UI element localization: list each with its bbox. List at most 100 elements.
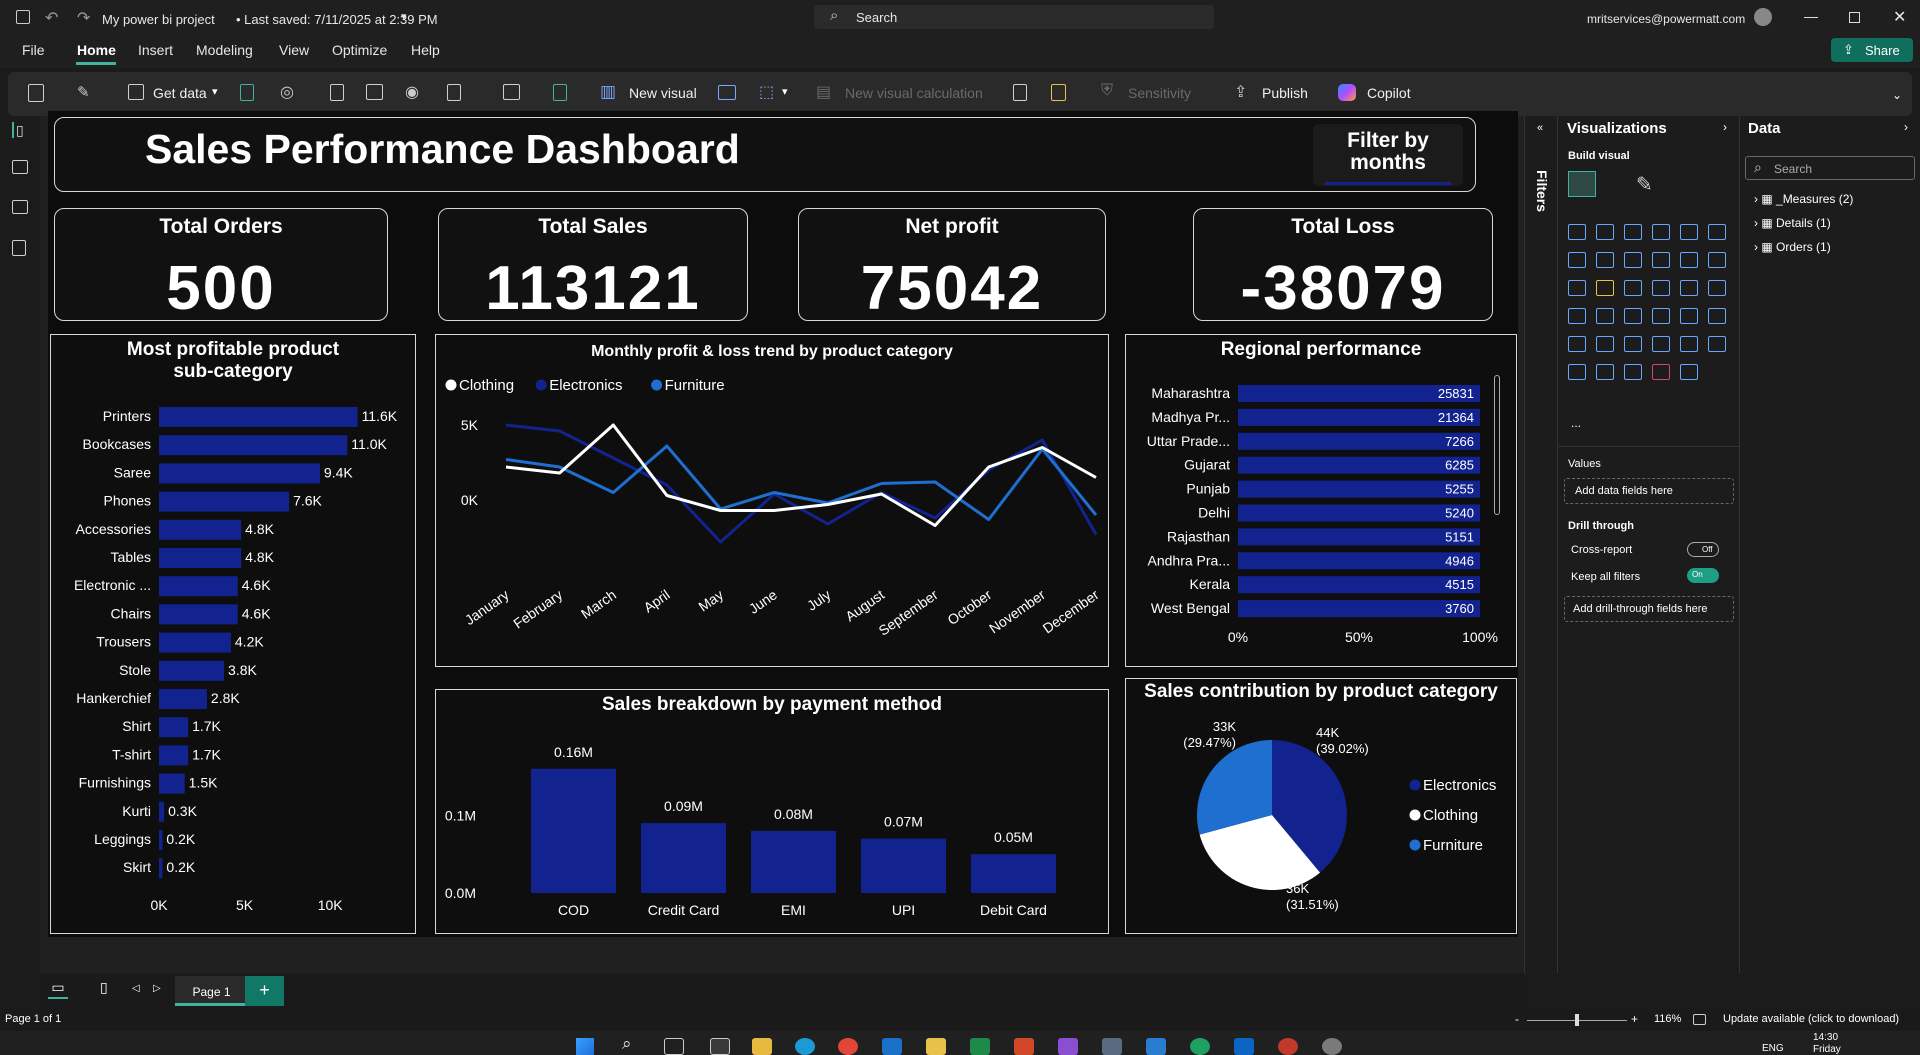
desktop-layout-icon[interactable]: ▭ [48, 979, 68, 999]
visual-type-icon[interactable] [1568, 252, 1586, 268]
avatar[interactable] [1754, 8, 1772, 26]
text-box-icon[interactable] [718, 85, 736, 100]
search-box[interactable]: ⌕ Search [814, 5, 1214, 29]
visual-type-icon[interactable] [1652, 224, 1670, 240]
task-view-icon[interactable] [664, 1038, 684, 1055]
visual-type-icon[interactable] [1596, 364, 1614, 380]
visual-type-icon[interactable] [1624, 364, 1642, 380]
zoom-slider-thumb[interactable] [1575, 1014, 1579, 1026]
dataverse-icon[interactable]: ◉ [405, 82, 419, 102]
keep-filters-toggle[interactable]: On [1687, 568, 1719, 583]
zoom-in-button[interactable]: + [1631, 1012, 1638, 1026]
save-icon[interactable] [16, 10, 30, 24]
outlook-icon[interactable] [882, 1038, 902, 1055]
fit-page-icon[interactable] [1693, 1014, 1706, 1025]
chart-monthly-trend[interactable]: Monthly profit & loss trend by product c… [435, 334, 1109, 667]
widgets-icon[interactable] [710, 1038, 730, 1055]
visual-type-icon[interactable] [1568, 364, 1586, 380]
next-page-icon[interactable]: ▷ [153, 983, 161, 994]
visual-type-icon[interactable] [1680, 364, 1698, 380]
collapse-ribbon-icon[interactable]: ⌄ [1892, 88, 1902, 102]
minimize-icon[interactable]: — [1804, 8, 1818, 24]
chart-sales-contribution[interactable]: Sales contribution by product category 4… [1125, 678, 1517, 934]
visual-type-icon[interactable] [1568, 308, 1586, 324]
close-icon[interactable]: ✕ [1893, 7, 1906, 27]
paste-icon[interactable] [28, 84, 44, 102]
visual-type-icon[interactable] [1624, 336, 1642, 352]
visual-type-icon[interactable] [1680, 336, 1698, 352]
menu-help[interactable]: Help [411, 42, 440, 58]
settings-icon[interactable] [1322, 1038, 1342, 1055]
chevron-right-icon[interactable]: › [1904, 120, 1908, 134]
undo-icon[interactable]: ↶ [45, 8, 58, 28]
language-indicator[interactable]: ENG [1762, 1043, 1784, 1054]
refresh-icon[interactable] [553, 84, 567, 101]
maximize-icon[interactable] [1849, 12, 1860, 23]
visual-type-icon[interactable] [1596, 336, 1614, 352]
visual-studio-icon[interactable] [1058, 1038, 1078, 1055]
data-search-input[interactable]: ⌕ Search [1745, 156, 1915, 180]
visual-type-icon[interactable] [1624, 224, 1642, 240]
menu-insert[interactable]: Insert [138, 42, 173, 58]
page-tab[interactable]: Page 1 [175, 976, 248, 1006]
filters-pane-collapsed[interactable]: « Filters [1524, 116, 1557, 973]
scrollbar[interactable] [1494, 375, 1500, 515]
recorder-icon[interactable] [1190, 1038, 1210, 1055]
chevron-left-icon[interactable]: « [1537, 122, 1543, 134]
powerpoint-icon[interactable] [1014, 1038, 1034, 1055]
linkedin-icon[interactable] [1234, 1038, 1254, 1055]
expand-icon[interactable]: › ▦ [1754, 240, 1776, 254]
vscode-icon[interactable] [1146, 1038, 1166, 1055]
model-view-icon[interactable] [12, 200, 28, 214]
chevron-down-icon[interactable]: ▾ [782, 85, 788, 98]
expand-icon[interactable]: › ▦ [1754, 216, 1776, 230]
visual-type-icon[interactable] [1596, 280, 1614, 296]
clock-time[interactable]: 14:30 [1813, 1032, 1838, 1043]
format-visual-tab-icon[interactable]: ✎ [1636, 172, 1653, 197]
chart-payment-method[interactable]: Sales breakdown by payment method 0.1M 0.… [435, 689, 1109, 934]
visual-type-icon[interactable] [1708, 308, 1726, 324]
visual-type-icon[interactable] [1624, 252, 1642, 268]
visual-type-icon[interactable] [1652, 364, 1670, 380]
visual-type-icon[interactable] [1652, 336, 1670, 352]
file-explorer-icon[interactable] [752, 1038, 772, 1055]
chevron-down-icon[interactable]: ▾ [401, 10, 407, 23]
menu-file[interactable]: File [22, 42, 45, 58]
sql-icon[interactable] [330, 84, 344, 101]
menu-view[interactable]: View [279, 42, 309, 58]
snipping-tool-icon[interactable] [1102, 1038, 1122, 1055]
chevron-down-icon[interactable]: ▾ [212, 85, 218, 98]
menu-home[interactable]: Home [77, 42, 116, 58]
update-available[interactable]: Update available (click to download) [1723, 1013, 1899, 1025]
transform-data-icon[interactable] [503, 84, 520, 100]
visual-type-icon[interactable] [1680, 280, 1698, 296]
chart-profitable-subcategory[interactable]: Most profitable product sub-category Pri… [50, 334, 416, 934]
taskbar-search-icon[interactable]: ⌕ [622, 1034, 632, 1054]
visual-type-icon[interactable] [1568, 336, 1586, 352]
copilot-icon[interactable] [1338, 84, 1356, 101]
more-visuals[interactable]: ... [1571, 416, 1581, 430]
visual-type-icon[interactable] [1680, 252, 1698, 268]
filter-by-months-slicer[interactable]: Filter by months [1313, 124, 1463, 186]
menu-modeling[interactable]: Modeling [196, 42, 253, 58]
visual-type-icon[interactable] [1708, 252, 1726, 268]
excel-app-icon[interactable] [970, 1038, 990, 1055]
copilot-button[interactable]: Copilot [1367, 85, 1411, 101]
publish-icon[interactable]: ⇪ [1234, 82, 1247, 102]
chevron-right-icon[interactable]: › [1723, 120, 1727, 134]
visual-type-icon[interactable] [1652, 280, 1670, 296]
table-view-icon[interactable] [12, 160, 28, 174]
visual-type-icon[interactable] [1596, 224, 1614, 240]
recent-sources-icon[interactable] [447, 84, 461, 101]
visual-type-icon[interactable] [1708, 280, 1726, 296]
enter-data-icon[interactable] [366, 84, 383, 100]
notifications-app-icon[interactable] [1278, 1038, 1298, 1055]
excel-icon[interactable] [240, 84, 254, 101]
format-painter-icon[interactable]: ✎ [77, 83, 90, 101]
new-visual-icon[interactable]: ▥ [600, 82, 616, 102]
new-measure-icon[interactable] [1013, 84, 1027, 101]
share-button[interactable]: ⇪ Share [1831, 38, 1913, 62]
visual-type-icon[interactable] [1568, 280, 1586, 296]
table-item-measures[interactable]: › ▦ _Measures (2) [1754, 192, 1853, 206]
visual-type-icon[interactable] [1568, 224, 1586, 240]
